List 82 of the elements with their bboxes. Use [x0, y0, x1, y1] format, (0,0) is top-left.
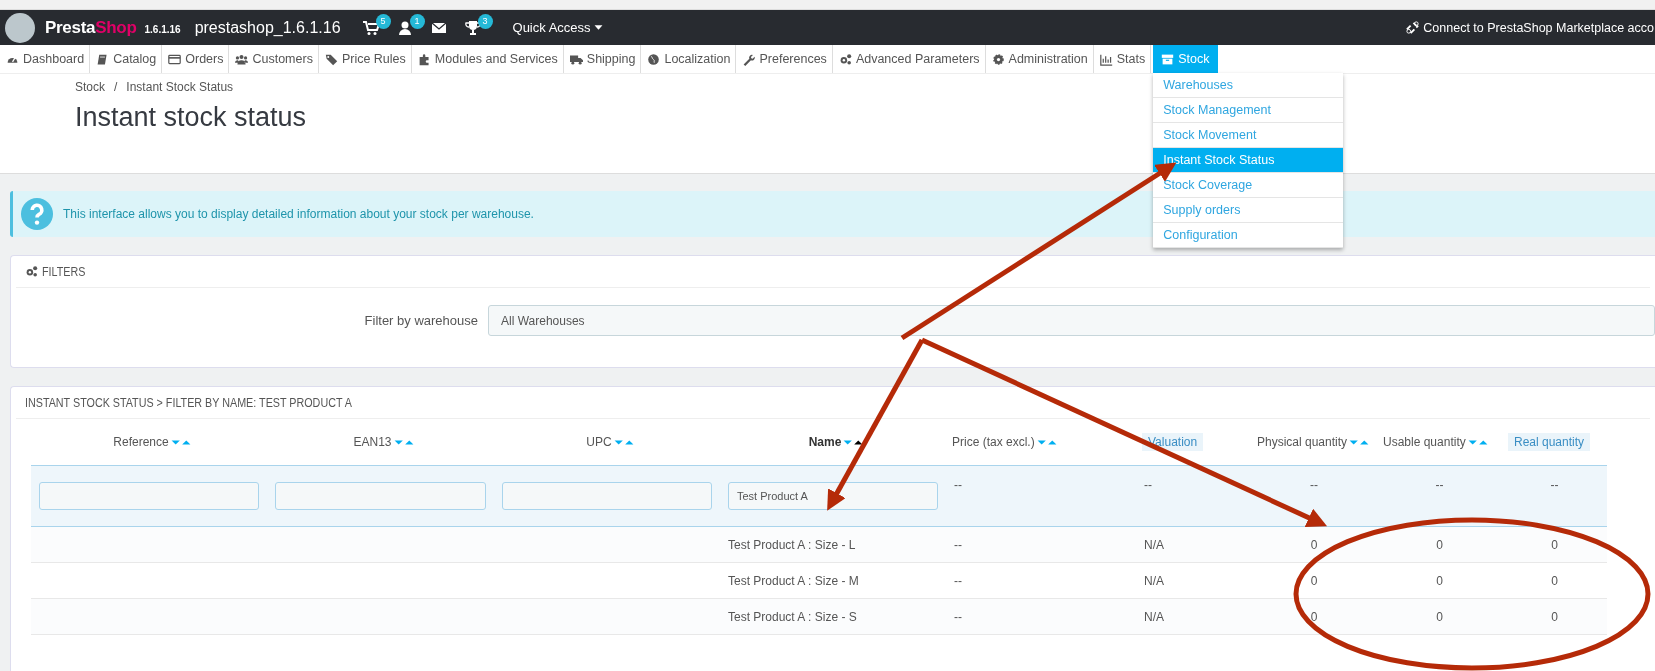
table-cell: --: [1550, 478, 1559, 492]
trophy-icon: [464, 19, 481, 36]
nav-tab[interactable]: Administration: [985, 45, 1094, 73]
count-badge: 3: [477, 13, 493, 29]
panel-heading: FILTERS: [42, 264, 86, 279]
table-cell: 0: [1551, 573, 1558, 588]
table-cell: 0: [1310, 609, 1318, 624]
column-header[interactable]: Reference: [113, 435, 169, 449]
table-cell: 0: [1436, 609, 1443, 624]
table-cell: --: [1144, 478, 1152, 492]
nav-tab[interactable]: Orders: [162, 45, 230, 73]
table-cell: 0: [1436, 537, 1443, 552]
nav-tab[interactable]: Dashboard: [0, 45, 91, 73]
shop-name[interactable]: prestashop_1.6.1.16: [194, 18, 341, 37]
table-cell: --: [954, 609, 962, 624]
filter-input[interactable]: [502, 482, 712, 510]
brand-name: PrestaShop: [45, 17, 137, 38]
user-icon: [396, 19, 413, 36]
link-icon: [1405, 20, 1421, 35]
column-header[interactable]: Usable quantity: [1383, 435, 1466, 449]
table-cell: 0: [1310, 573, 1318, 588]
filter-input[interactable]: [275, 482, 486, 510]
filter-input[interactable]: Test Product A: [728, 482, 938, 510]
column-header[interactable]: Price (tax excl.): [952, 435, 1035, 449]
count-badge: 1: [409, 13, 425, 29]
nav-tab[interactable]: Advanced Parameters: [832, 45, 986, 73]
nav-tab[interactable]: Catalog: [90, 45, 163, 73]
nav-tab[interactable]: Preferences: [736, 45, 833, 73]
table-cell: 0: [1436, 573, 1443, 588]
globe-icon: [647, 52, 661, 66]
table-cell: --: [954, 478, 962, 492]
table-cell: 0: [1551, 537, 1558, 552]
alert-text: This interface allows you to display detailed information about your stock per warehouse.: [63, 207, 534, 221]
nav-tab[interactable]: Stats: [1093, 45, 1152, 73]
column-header: Real quantity: [1508, 433, 1591, 451]
table-cell: Test Product A : Size - S: [728, 609, 857, 624]
truck-icon: [569, 52, 583, 66]
wrench-icon: [742, 52, 756, 66]
column-header[interactable]: EAN13: [353, 435, 392, 449]
table-cell: N/A: [1144, 573, 1164, 588]
filter-input[interactable]: [39, 482, 259, 510]
nav-tab[interactable]: Localization: [641, 45, 737, 73]
box-icon: [1161, 52, 1175, 66]
logo-icon: [5, 12, 35, 43]
tag-icon: [324, 52, 338, 66]
gears-icon: [25, 265, 38, 278]
nav-tab[interactable]: Price Rules: [318, 45, 412, 73]
breadcrumb-separator: /: [114, 80, 118, 94]
table-cell: --: [954, 573, 962, 588]
count-badge: 5: [375, 13, 391, 29]
page-title: Instant stock status: [75, 102, 307, 133]
gear-icon: [991, 52, 1005, 66]
users-icon: [235, 52, 249, 66]
cart-icon: [362, 19, 379, 36]
breadcrumb-link[interactable]: Stock: [75, 80, 105, 94]
nav-tab[interactable]: Modules and Services: [411, 45, 564, 73]
column-header[interactable]: UPC: [586, 435, 612, 449]
table-cell: Test Product A : Size - L: [728, 537, 856, 552]
question-icon: [21, 198, 53, 230]
table-cell: --: [1435, 478, 1444, 492]
table-cell: N/A: [1144, 537, 1164, 552]
nav-tab[interactable]: Shipping: [563, 45, 642, 73]
table-cell: --: [954, 537, 962, 552]
column-header[interactable]: Name: [808, 435, 842, 449]
column-header[interactable]: Physical quantity: [1257, 435, 1348, 449]
field-label: Filter by warehouse: [363, 313, 479, 328]
table-cell: --: [1310, 478, 1318, 492]
card-icon: [168, 52, 182, 66]
panel-heading: INSTANT STOCK STATUS > FILTER BY NAME: TEST PRODUCT A: [25, 395, 352, 410]
bar-chart-icon: [1099, 52, 1113, 66]
table-cell: 0: [1551, 609, 1558, 624]
table-cell: Test Product A : Size - M: [728, 573, 859, 588]
nav-tab[interactable]: Customers: [229, 45, 319, 73]
caret-icon: [593, 23, 603, 32]
puzzle-icon: [417, 52, 431, 66]
quick-access-menu[interactable]: Quick Access: [512, 20, 603, 35]
table-cell: N/A: [1144, 609, 1164, 624]
breadcrumb-link[interactable]: Instant Stock Status: [126, 80, 234, 94]
gears-icon: [838, 52, 852, 66]
table-cell: 0: [1310, 537, 1318, 552]
warehouse-select[interactable]: All Warehouses: [488, 305, 1655, 336]
version-label: 1.6.1.16: [144, 23, 181, 35]
